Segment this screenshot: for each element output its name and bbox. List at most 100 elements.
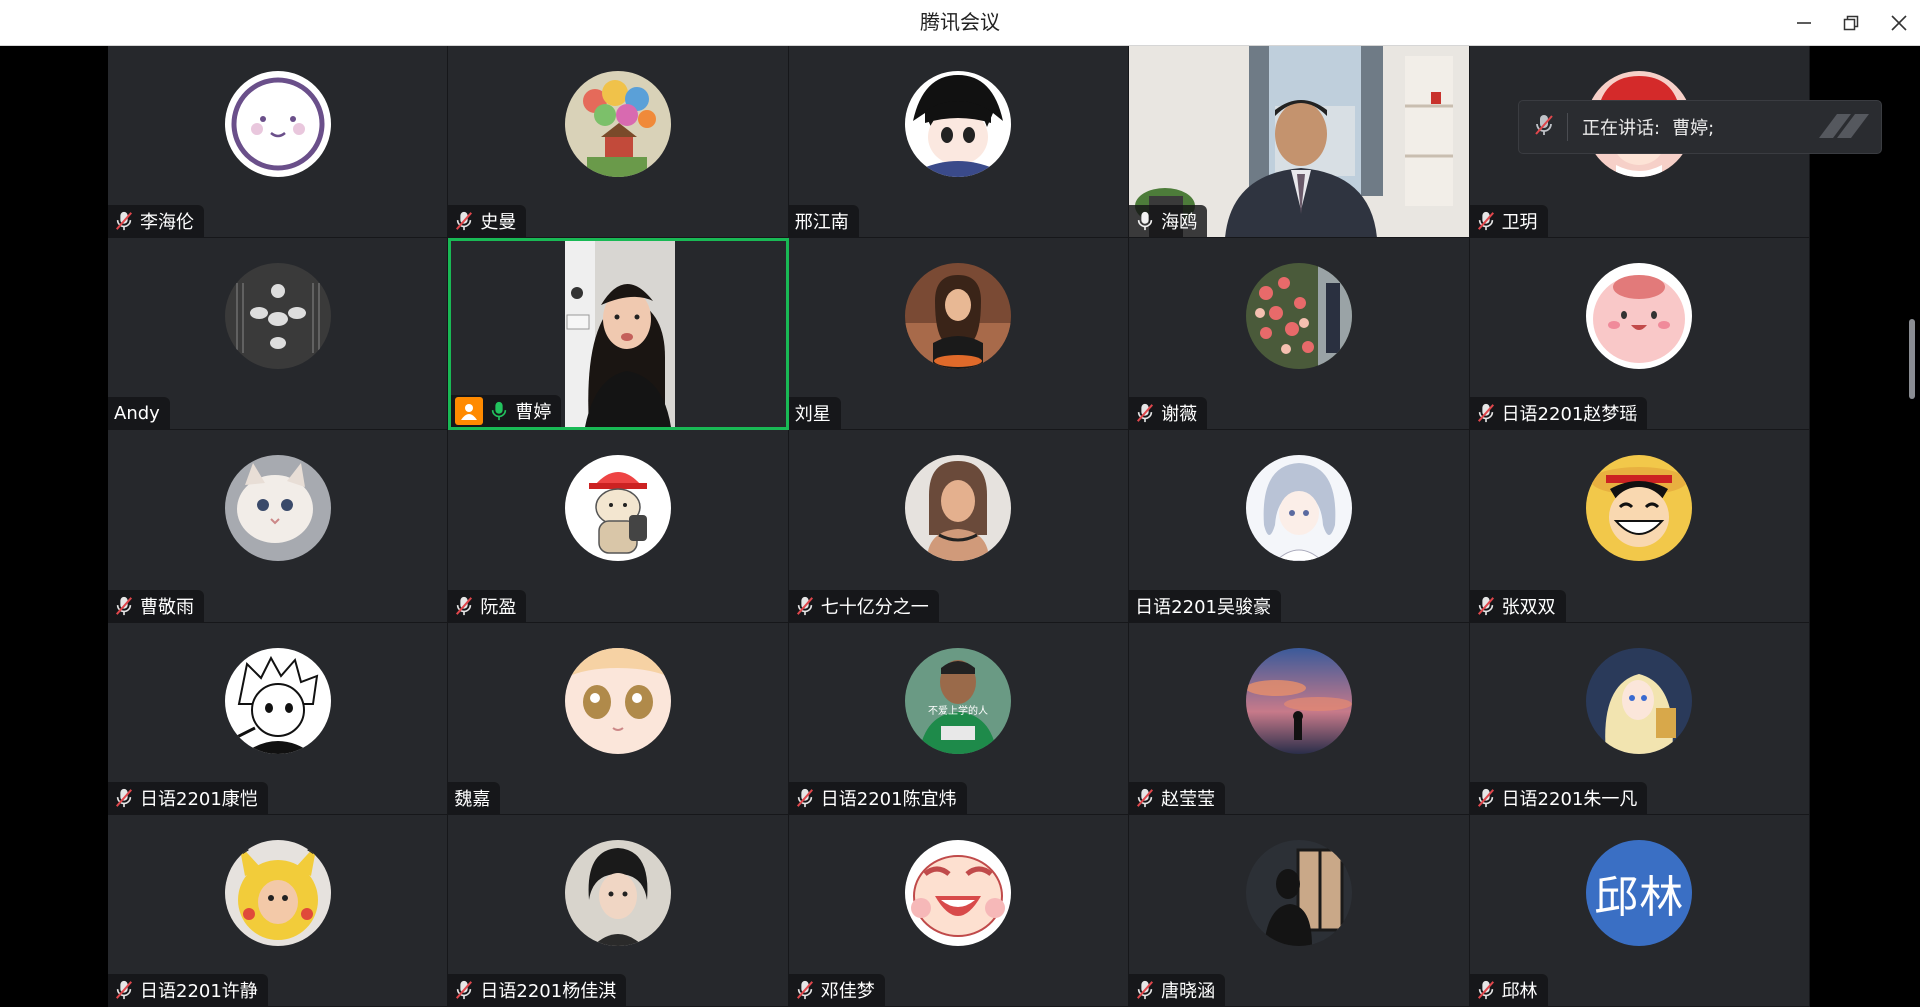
signal-icon	[1815, 110, 1871, 145]
window-title: 腾讯会议	[920, 10, 1000, 34]
mic-muted-icon	[114, 979, 134, 1001]
avatar	[905, 263, 1012, 370]
participant-tile[interactable]: 刘星	[788, 238, 1130, 431]
participant-nametag: 卫玥	[1469, 205, 1548, 238]
participant-tile[interactable]: 邢江南	[788, 46, 1130, 239]
participant-tile[interactable]: 邓佳梦	[788, 814, 1130, 1007]
participant-name: 日语2201赵梦瑶	[1501, 404, 1638, 426]
participant-nametag: 曹婷	[451, 395, 562, 428]
participant-tile[interactable]: 日语2201许静	[108, 814, 449, 1007]
minimize-button[interactable]	[1787, 6, 1821, 38]
participant-tile[interactable]: 张双双	[1469, 430, 1810, 623]
speaking-indicator: 正在讲话: 曹婷;	[1518, 100, 1882, 154]
close-button[interactable]	[1882, 6, 1916, 38]
mic-muted-icon	[1135, 979, 1155, 1001]
participant-tile[interactable]: 李海伦	[108, 46, 449, 239]
avatar	[905, 455, 1012, 562]
mic-muted-icon	[795, 979, 815, 1001]
participant-nametag: 阮盈	[448, 589, 527, 622]
participant-nametag: 日语2201杨佳淇	[448, 973, 627, 1006]
avatar	[1586, 455, 1693, 562]
participant-tile[interactable]: 日语2201吴骏豪	[1129, 430, 1470, 623]
participant-name: 日语2201康恺	[140, 788, 258, 810]
participant-tile[interactable]: Andy	[108, 238, 449, 431]
participant-nametag: 曹敬雨	[108, 589, 204, 622]
avatar	[224, 839, 331, 946]
avatar	[1245, 647, 1352, 754]
participant-tile[interactable]: 曹敬雨	[108, 430, 449, 623]
participant-tile[interactable]: 七十亿分之一	[788, 430, 1130, 623]
participant-tile[interactable]: 邱林 邱林	[1469, 814, 1810, 1007]
participant-nametag: 七十亿分之一	[788, 589, 939, 622]
participant-tile[interactable]: 曹婷	[448, 238, 789, 431]
avatar	[905, 71, 1012, 177]
participant-tile[interactable]: 海鸥	[1129, 46, 1470, 239]
avatar	[1586, 263, 1693, 370]
participant-nametag: 日语2201许静	[108, 973, 268, 1006]
mic-muted-icon	[114, 210, 134, 232]
participant-name: 刘星	[794, 404, 831, 426]
mic-muted-icon	[114, 787, 134, 809]
participant-name: Andy	[114, 402, 160, 424]
participant-tile[interactable]: 日语2201赵梦瑶	[1469, 238, 1810, 431]
participant-name: 海鸥	[1161, 212, 1198, 234]
avatar	[1586, 647, 1693, 754]
participant-grid: 李海伦 史曼 邢江南 海鸥 卫玥 Andy 曹婷 刘星 谢薇 日语2201赵梦瑶…	[108, 46, 1810, 1007]
participant-name: 赵莹莹	[1161, 788, 1216, 810]
participant-nametag: 赵莹莹	[1129, 781, 1226, 814]
scrollbar-thumb[interactable]	[1909, 319, 1915, 399]
participant-nametag: 日语2201朱一凡	[1469, 781, 1648, 814]
avatar	[1245, 839, 1352, 946]
avatar	[1245, 263, 1352, 370]
participant-name: 邱林	[1501, 980, 1538, 1002]
participant-name: 日语2201吴骏豪	[1135, 596, 1271, 618]
mic-muted-icon	[114, 595, 134, 617]
participant-name: 日语2201陈宜炜	[820, 788, 957, 810]
participant-nametag: 邓佳梦	[788, 973, 885, 1006]
participant-name: 谢薇	[1161, 404, 1198, 426]
participant-tile[interactable]: 唐晓涵	[1129, 814, 1470, 1007]
mic-muted-icon	[1476, 402, 1496, 424]
participant-name: 七十亿分之一	[820, 596, 929, 618]
participant-name: 卫玥	[1501, 212, 1538, 234]
avatar	[565, 71, 672, 177]
participant-nametag: 日语2201吴骏豪	[1129, 589, 1281, 622]
participant-name: 李海伦	[140, 212, 194, 234]
participant-nametag: 谢薇	[1129, 397, 1208, 430]
avatar	[565, 839, 672, 946]
participant-tile[interactable]: 谢薇	[1129, 238, 1470, 431]
participant-tile[interactable]: 赵莹莹	[1129, 622, 1470, 815]
participant-nametag: 日语2201陈宜炜	[788, 781, 967, 814]
participant-tile[interactable]: 不爱上学的人 日语2201陈宜炜	[788, 622, 1130, 815]
speaking-label: 正在讲话:	[1582, 118, 1661, 139]
participant-tile[interactable]: 阮盈	[448, 430, 789, 623]
toast-divider	[1567, 113, 1568, 141]
mic-muted-icon	[795, 595, 815, 617]
participant-nametag: 海鸥	[1129, 205, 1208, 238]
participant-name: 唐晓涵	[1161, 980, 1216, 1002]
participant-nametag: 日语2201康恺	[108, 781, 268, 814]
mic-muted-icon	[454, 210, 474, 232]
participant-name: 张双双	[1501, 596, 1556, 618]
mic-muted-icon	[1476, 210, 1496, 232]
participant-tile[interactable]: 日语2201杨佳淇	[448, 814, 789, 1007]
mic-muted-icon	[1533, 113, 1555, 142]
participant-tile[interactable]: 魏嘉	[448, 622, 789, 815]
restore-button[interactable]	[1834, 6, 1868, 38]
participant-tile[interactable]: 史曼	[448, 46, 789, 239]
avatar	[224, 263, 331, 370]
participant-tile[interactable]: 日语2201康恺	[108, 622, 449, 815]
avatar	[224, 71, 331, 177]
title-bar: 腾讯会议	[0, 0, 1920, 46]
participant-nametag: 邱林	[1469, 973, 1548, 1006]
participant-name: 曹敬雨	[140, 596, 194, 618]
participant-name: 日语2201许静	[140, 980, 258, 1002]
avatar: 邱林	[1586, 839, 1693, 946]
avatar	[565, 455, 672, 562]
host-badge-icon	[455, 397, 484, 426]
participant-name: 魏嘉	[454, 788, 491, 810]
participant-name: 曹婷	[515, 402, 552, 424]
participant-tile[interactable]: 日语2201朱一凡	[1469, 622, 1810, 815]
mic-muted-icon	[1476, 979, 1496, 1001]
avatar	[224, 455, 331, 562]
